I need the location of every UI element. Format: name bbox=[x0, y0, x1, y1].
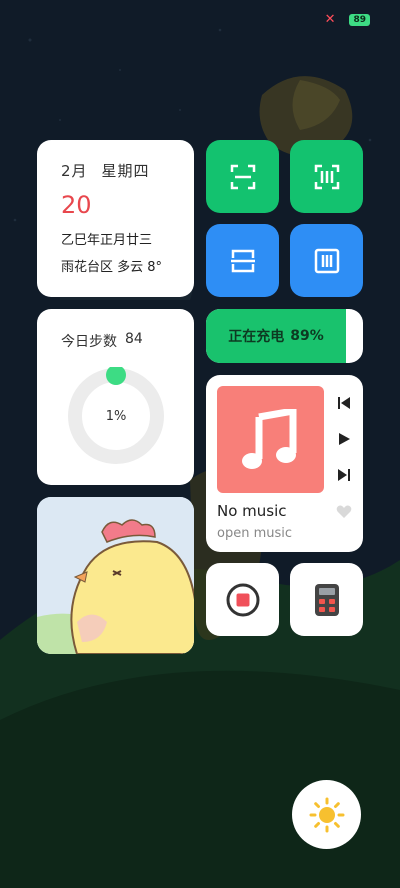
month-label: 2月 bbox=[61, 162, 88, 180]
next-icon bbox=[338, 469, 350, 481]
sun-icon bbox=[309, 797, 344, 832]
play-button[interactable] bbox=[336, 431, 352, 447]
previous-icon bbox=[338, 397, 350, 409]
lunar-date: 乙巳年正月廿三 bbox=[61, 233, 153, 248]
steps-percent: 1% bbox=[105, 408, 127, 424]
music-title: No music bbox=[217, 502, 287, 520]
chick-illustration bbox=[37, 497, 194, 654]
steps-title: 今日步数 84 bbox=[61, 331, 194, 351]
previous-button[interactable] bbox=[336, 395, 352, 411]
steps-count: 84 bbox=[125, 331, 143, 347]
music-widget[interactable]: No music open music bbox=[206, 375, 363, 552]
record-icon bbox=[226, 583, 259, 616]
document-scan-icon bbox=[230, 249, 255, 272]
scan-icon bbox=[230, 164, 255, 189]
scan-button[interactable] bbox=[206, 140, 279, 213]
music-note-icon bbox=[241, 408, 296, 469]
calculator-button[interactable] bbox=[290, 563, 363, 636]
next-button[interactable] bbox=[336, 467, 352, 483]
close-icon[interactable]: ✕ bbox=[325, 12, 336, 27]
date-widget[interactable]: 2月 星期四 20 乙巳年正月廿三 雨花台区 多云 8° bbox=[37, 140, 194, 297]
charging-status: 正在充电 89% bbox=[206, 309, 346, 363]
steps-widget[interactable]: 今日步数 84 1% bbox=[37, 309, 194, 485]
document-scan-button[interactable] bbox=[206, 224, 279, 297]
calculator-icon bbox=[314, 583, 339, 616]
day-number: 20 bbox=[61, 191, 92, 219]
weather-summary: 雨花台区 多云 8° bbox=[61, 260, 163, 275]
steps-label: 今日步数 bbox=[61, 334, 117, 350]
open-music-link[interactable]: open music bbox=[217, 526, 292, 541]
play-icon bbox=[339, 433, 350, 445]
photo-widget[interactable] bbox=[37, 497, 194, 654]
heart-icon bbox=[336, 505, 352, 518]
favorite-button[interactable] bbox=[336, 504, 352, 520]
brightness-button[interactable] bbox=[292, 780, 361, 849]
battery-indicator: 89 bbox=[349, 13, 370, 26]
barcode-scan-button[interactable] bbox=[290, 140, 363, 213]
date-header: 2月 星期四 bbox=[61, 160, 194, 181]
recorder-button[interactable] bbox=[206, 563, 279, 636]
status-bar: ✕ 89 bbox=[325, 12, 370, 27]
payment-code-icon bbox=[314, 248, 339, 273]
album-art[interactable] bbox=[217, 386, 324, 493]
charging-percent: 89% bbox=[290, 328, 324, 344]
barcode-scan-icon bbox=[314, 164, 339, 189]
charging-label: 正在充电 bbox=[228, 329, 285, 345]
weekday-label: 星期四 bbox=[101, 162, 150, 180]
charging-widget[interactable]: 正在充电 89% bbox=[206, 309, 363, 363]
payment-code-button[interactable] bbox=[290, 224, 363, 297]
